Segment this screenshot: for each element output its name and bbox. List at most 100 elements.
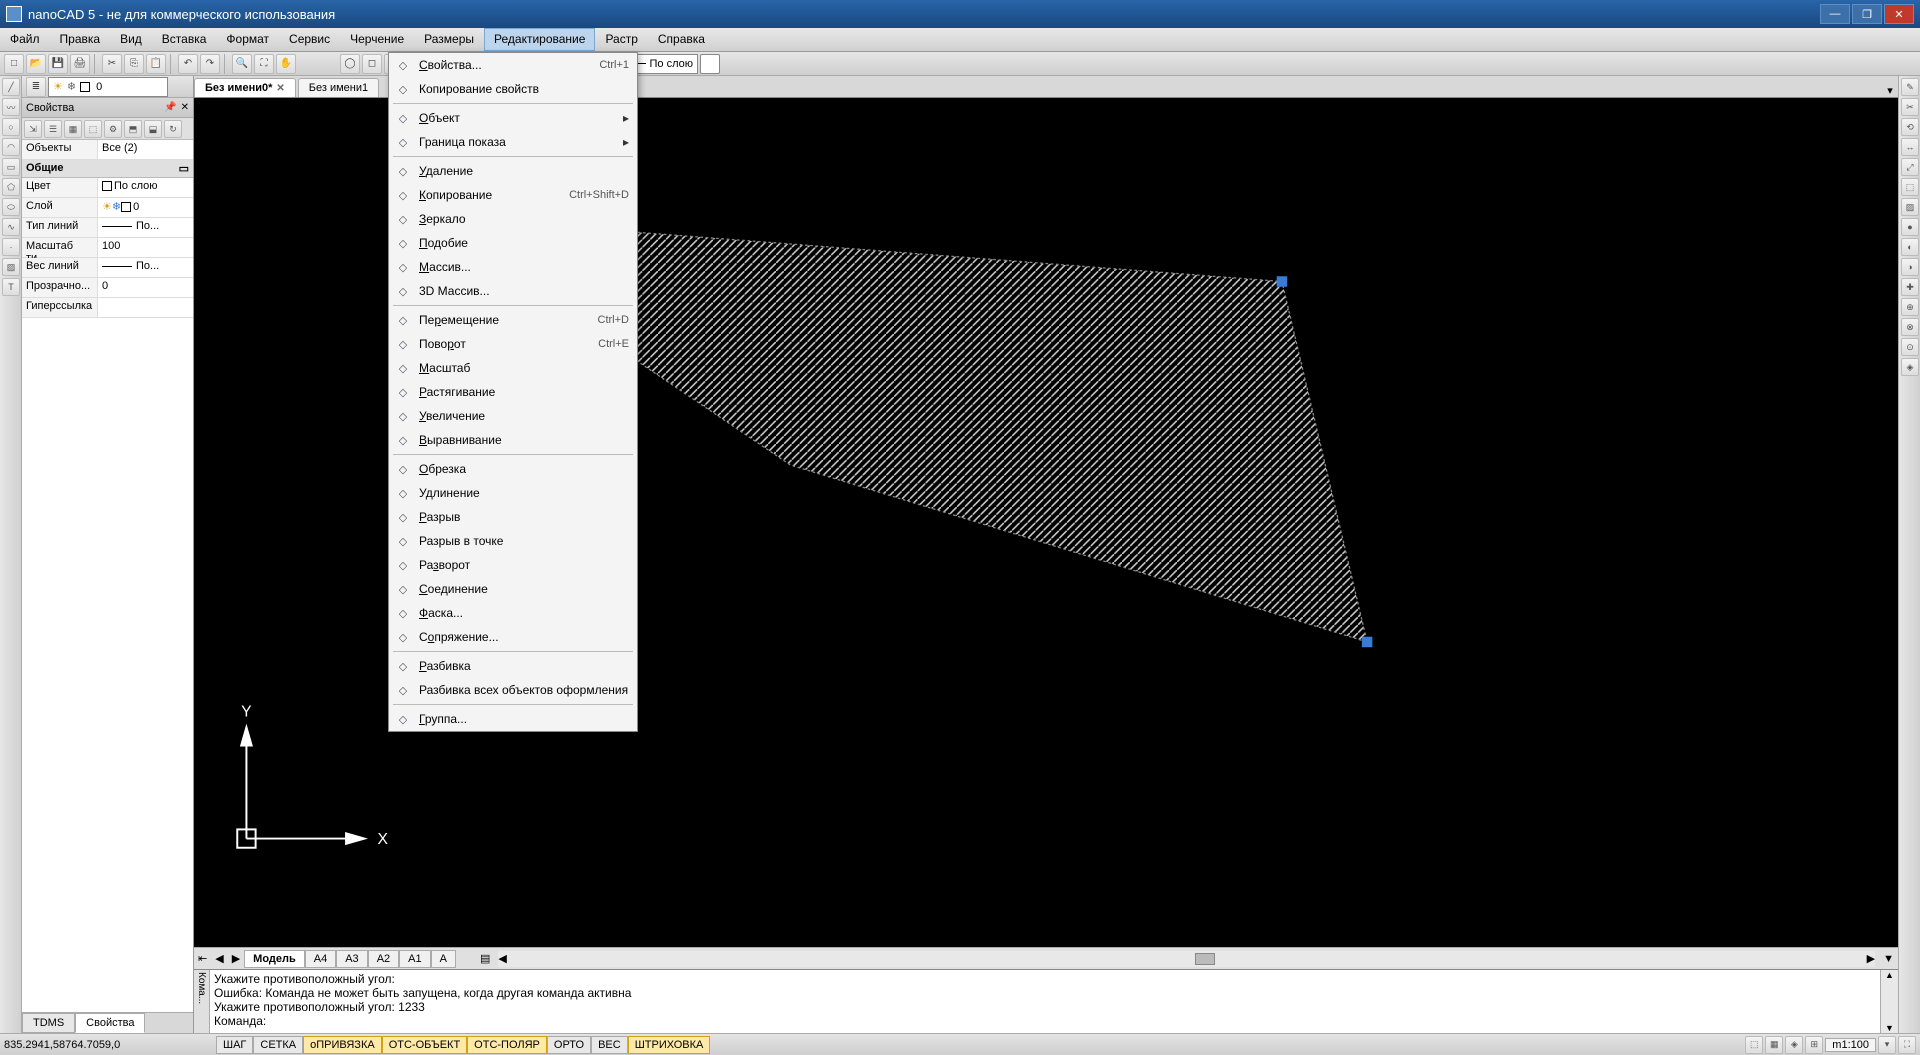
command-output[interactable]: Укажите противоположный угол:Ошибка: Ком… (210, 970, 1880, 1033)
menu-dropdown-item[interactable]: ◇Подобие (389, 231, 637, 255)
menu-item[interactable]: Растр (595, 28, 647, 51)
property-row[interactable]: Тип линийПо... (22, 218, 193, 238)
menu-dropdown-item[interactable]: ◇Удаление (389, 159, 637, 183)
layout-nav-next-icon[interactable]: ▶ (228, 952, 244, 965)
menu-item[interactable]: Вид (110, 28, 152, 51)
status-toggle[interactable]: оПРИВЯЗКА (303, 1036, 382, 1054)
property-value[interactable]: По слою (98, 178, 193, 197)
status-toggle[interactable]: ШТРИХОВКА (628, 1036, 711, 1054)
prop-tool-icon[interactable]: ⬒ (124, 120, 142, 138)
ellipse-tool-icon[interactable]: ⬭ (2, 198, 20, 216)
property-row[interactable]: Слой☀❄0 (22, 198, 193, 218)
modify-tool-icon[interactable]: ◑ (1901, 258, 1919, 276)
layout-tab[interactable]: A2 (368, 950, 399, 968)
prop-tool-icon[interactable]: ⬓ (144, 120, 162, 138)
properties-tab[interactable]: Свойства (75, 1013, 145, 1033)
polyline-tool-icon[interactable]: 〰 (2, 98, 20, 116)
prop-tool-icon[interactable]: ☰ (44, 120, 62, 138)
status-toggle[interactable]: ВЕС (591, 1036, 628, 1054)
arc-tool-icon[interactable]: ◠ (2, 138, 20, 156)
open-icon[interactable]: 📂 (26, 54, 46, 74)
menu-dropdown-item[interactable]: ◇Свойства...Ctrl+1 (389, 53, 637, 77)
tab-list-icon[interactable]: ▾ (1882, 84, 1898, 97)
zoom-window-icon[interactable]: 🔍 (232, 54, 252, 74)
status-toggle[interactable]: ОТС-ОБЪЕКТ (382, 1036, 467, 1054)
minimize-button[interactable]: — (1820, 4, 1850, 24)
layer-manager-icon[interactable]: ≣ (26, 77, 46, 97)
status-icon[interactable]: ⊞ (1805, 1036, 1823, 1054)
property-row[interactable]: Вес линийПо... (22, 258, 193, 278)
status-icon[interactable]: ▾ (1878, 1036, 1896, 1054)
pin-icon[interactable]: 📌 (164, 102, 176, 113)
menu-dropdown-item[interactable]: ◇ПоворотCtrl+E (389, 332, 637, 356)
menu-dropdown-item[interactable]: ◇Увеличение (389, 404, 637, 428)
command-scrollbar[interactable]: ▲▼ (1880, 970, 1898, 1033)
modify-tool-icon[interactable]: ⊕ (1901, 298, 1919, 316)
cut-icon[interactable]: ✂ (102, 54, 122, 74)
line-tool-icon[interactable]: ╱ (2, 78, 20, 96)
layout-tab[interactable]: A1 (399, 950, 430, 968)
modify-tool-icon[interactable]: ↔ (1901, 138, 1919, 156)
prop-tool-icon[interactable]: ↻ (164, 120, 182, 138)
menu-dropdown-item[interactable]: ◇ПеремещениеCtrl+D (389, 308, 637, 332)
menu-item[interactable]: Формат (216, 28, 279, 51)
menu-dropdown-item[interactable]: ◇Разрыв (389, 505, 637, 529)
property-value[interactable]: По... (98, 258, 193, 277)
prop-tool-icon[interactable]: ⇲ (24, 120, 42, 138)
menu-item[interactable]: Черчение (340, 28, 414, 51)
status-toggle[interactable]: ШАГ (216, 1036, 253, 1054)
menu-dropdown-item[interactable]: ◇Сопряжение... (389, 625, 637, 649)
status-icon[interactable]: ⛶ (1898, 1036, 1916, 1054)
layout-tab[interactable]: A3 (336, 950, 367, 968)
scroll-right-icon[interactable]: ▶ (1867, 952, 1875, 965)
new-icon[interactable]: □ (4, 54, 24, 74)
layout-nav-prev-icon[interactable]: ◀ (211, 952, 227, 965)
modify-tool-icon[interactable]: ⊙ (1901, 338, 1919, 356)
menu-dropdown-item[interactable]: ◇Обрезка (389, 457, 637, 481)
menu-dropdown-item[interactable]: ◇КопированиеCtrl+Shift+D (389, 183, 637, 207)
menu-dropdown-item[interactable]: ◇Выравнивание (389, 428, 637, 452)
circle-tool-icon[interactable]: ○ (2, 118, 20, 136)
modify-tool-icon[interactable]: ✎ (1901, 78, 1919, 96)
property-value[interactable]: По... (98, 218, 193, 237)
menu-item[interactable]: Справка (648, 28, 715, 51)
tool-icon[interactable]: ◻ (362, 54, 382, 74)
document-tab[interactable]: Без имени1 (298, 78, 379, 97)
document-tab[interactable]: Без имени0*✕ (194, 78, 296, 97)
property-value[interactable] (98, 298, 193, 317)
layout-nav-first-icon[interactable]: ⇤ (194, 952, 211, 965)
menu-dropdown-item[interactable]: ◇Разворот (389, 553, 637, 577)
scale-readout[interactable]: m1:100 (1825, 1038, 1876, 1052)
layout-tab[interactable]: Модель (244, 950, 305, 968)
menu-dropdown-item[interactable]: ◇Массив... (389, 255, 637, 279)
undo-icon[interactable]: ↶ (178, 54, 198, 74)
modify-tool-icon[interactable]: ● (1901, 218, 1919, 236)
menu-item[interactable]: Файл (0, 28, 50, 51)
color-swatch-icon[interactable] (700, 54, 720, 74)
menu-dropdown-item[interactable]: ◇Удлинение (389, 481, 637, 505)
status-icon[interactable]: ◈ (1785, 1036, 1803, 1054)
property-row[interactable]: ЦветПо слою (22, 178, 193, 198)
close-tab-icon[interactable]: ✕ (276, 83, 284, 94)
menu-item[interactable]: Сервис (279, 28, 340, 51)
menu-dropdown-item[interactable]: ◇Копирование свойств (389, 77, 637, 101)
menu-dropdown-item[interactable]: ◇Группа... (389, 707, 637, 731)
menu-dropdown-item[interactable]: ◇Разбивка (389, 654, 637, 678)
properties-tab[interactable]: TDMS (22, 1013, 75, 1033)
menu-item[interactable]: Правка (50, 28, 111, 51)
menu-item[interactable]: Размеры (414, 28, 484, 51)
horizontal-scrollbar[interactable]: ◀ ▶ (498, 951, 1875, 967)
menu-dropdown-item[interactable]: ◇Зеркало (389, 207, 637, 231)
polygon-tool-icon[interactable]: ⬠ (2, 178, 20, 196)
menu-dropdown-item[interactable]: ◇Разрыв в точке (389, 529, 637, 553)
prop-tool-icon[interactable]: ⚙ (104, 120, 122, 138)
property-row[interactable]: Гиперссылка (22, 298, 193, 318)
tool-icon[interactable]: ◯ (340, 54, 360, 74)
menu-dropdown-item[interactable]: ◇Объект▸ (389, 106, 637, 130)
menu-dropdown-item[interactable]: ◇Растягивание (389, 380, 637, 404)
close-button[interactable]: ✕ (1884, 4, 1914, 24)
close-panel-icon[interactable]: ✕ (181, 102, 189, 113)
rect-tool-icon[interactable]: ▭ (2, 158, 20, 176)
print-icon[interactable]: 🖨 (70, 54, 90, 74)
text-tool-icon[interactable]: T (2, 278, 20, 296)
